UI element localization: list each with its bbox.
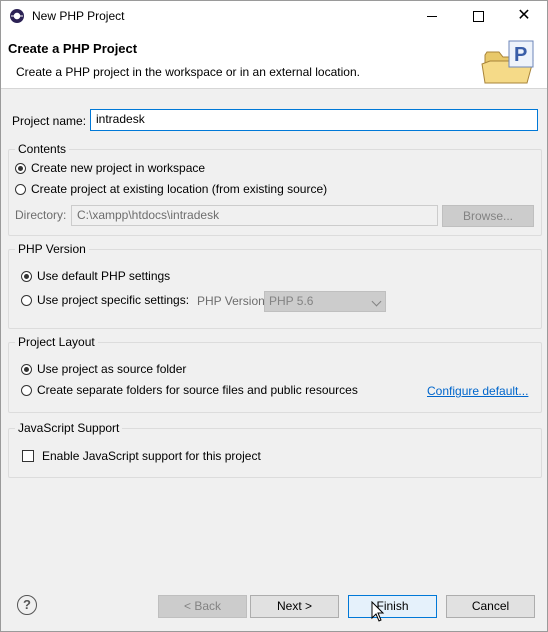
finish-button[interactable]: Finish: [348, 595, 437, 618]
checkbox-indicator: [22, 450, 34, 462]
source-folder-radio[interactable]: Use project as source folder: [21, 362, 186, 376]
wizard-description: Create a PHP project in the workspace or…: [16, 65, 360, 79]
project-name-label: Project name:: [12, 114, 87, 128]
php-project-folder-icon: P: [481, 40, 534, 84]
maximize-icon: [473, 11, 484, 22]
window-title: New PHP Project: [32, 9, 125, 23]
directory-label: Directory:: [15, 208, 67, 222]
separate-folders-label: Create separate folders for source files…: [37, 383, 358, 397]
php-version-value: PHP 5.6: [269, 294, 314, 308]
radio-indicator: [21, 384, 32, 396]
default-php-settings-label: Use default PHP settings: [37, 269, 171, 283]
radio-indicator: [21, 363, 32, 375]
svg-text:P: P: [514, 44, 527, 66]
enable-javascript-checkbox[interactable]: Enable JavaScript support for this proje…: [22, 449, 261, 463]
minimize-button[interactable]: [410, 1, 456, 31]
minimize-icon: [427, 16, 437, 17]
browse-button[interactable]: Browse...: [442, 205, 534, 227]
existing-location-radio[interactable]: Create project at existing location (fro…: [15, 182, 327, 196]
dialog-window: New PHP Project ✕ Create a PHP Project C…: [0, 0, 548, 632]
close-icon: ✕: [517, 7, 531, 24]
radio-indicator: [15, 162, 26, 174]
existing-location-label: Create project at existing location (fro…: [31, 182, 328, 196]
directory-input[interactable]: C:\xampp\htdocs\intradesk: [71, 205, 438, 226]
next-button[interactable]: Next >: [250, 595, 339, 618]
default-php-settings-radio[interactable]: Use default PHP settings: [21, 269, 170, 283]
project-layout-group: Project Layout: [8, 335, 542, 413]
separate-folders-radio[interactable]: Create separate folders for source files…: [21, 383, 358, 397]
wizard-title: Create a PHP Project: [8, 41, 138, 56]
create-new-project-radio[interactable]: Create new project in workspace: [15, 161, 205, 175]
back-button[interactable]: < Back: [158, 595, 247, 618]
radio-indicator: [21, 294, 32, 306]
configure-default-link[interactable]: Configure default...: [427, 384, 528, 398]
php-version-group: PHP Version: [8, 242, 542, 329]
chevron-down-icon: [371, 296, 382, 307]
project-specific-settings-label: Use project specific settings:: [37, 293, 190, 307]
source-folder-label: Use project as source folder: [37, 362, 187, 376]
help-icon[interactable]: ?: [17, 595, 37, 615]
wizard-banner: Create a PHP Project Create a PHP projec…: [1, 31, 547, 89]
javascript-support-group-title: JavaScript Support: [15, 421, 123, 435]
eclipse-app-icon: [10, 9, 24, 23]
php-version-group-title: PHP Version: [15, 242, 89, 256]
php-version-label: PHP Version:: [197, 294, 269, 308]
php-version-select[interactable]: PHP 5.6: [264, 291, 386, 312]
radio-indicator: [15, 183, 26, 195]
project-name-input[interactable]: intradesk: [90, 109, 538, 131]
cancel-button[interactable]: Cancel: [446, 595, 535, 618]
enable-javascript-label: Enable JavaScript support for this proje…: [42, 449, 261, 463]
close-button[interactable]: ✕: [501, 1, 547, 31]
project-layout-group-title: Project Layout: [15, 335, 98, 349]
maximize-button[interactable]: [456, 1, 502, 31]
mouse-pointer-icon: [371, 601, 385, 622]
title-bar[interactable]: New PHP Project ✕: [1, 1, 547, 31]
create-new-project-label: Create new project in workspace: [31, 161, 206, 175]
radio-indicator: [21, 270, 32, 282]
project-specific-settings-radio[interactable]: Use project specific settings:: [21, 293, 189, 307]
contents-group-title: Contents: [15, 142, 70, 156]
